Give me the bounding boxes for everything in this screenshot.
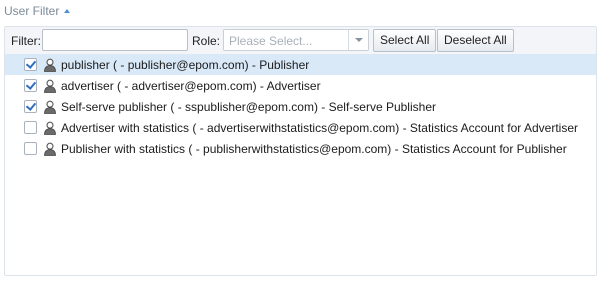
row-checkbox[interactable] — [24, 79, 37, 92]
deselect-all-button[interactable]: Deselect All — [437, 29, 514, 52]
user-label: Self-serve publisher ( - sspublisher@epo… — [61, 99, 436, 114]
user-label: Publisher with statistics ( - publisherw… — [61, 141, 567, 156]
role-label: Role: — [192, 34, 221, 48]
user-icon — [43, 58, 57, 72]
user-icon — [43, 79, 57, 93]
list-item[interactable]: Publisher with statistics ( - publisherw… — [5, 138, 596, 159]
list-item[interactable]: Self-serve publisher ( - sspublisher@epo… — [5, 96, 596, 117]
select-all-button[interactable]: Select All — [373, 29, 437, 52]
role-placeholder: Please Select... — [229, 34, 313, 48]
user-filter-header[interactable]: User Filter — [4, 4, 71, 18]
user-label: advertiser ( - advertiser@epom.com) - Ad… — [61, 78, 321, 93]
list-item[interactable]: publisher ( - publisher@epom.com) - Publ… — [5, 54, 596, 75]
chevron-down-icon — [355, 38, 363, 42]
row-checkbox[interactable] — [24, 58, 37, 71]
row-checkbox[interactable] — [24, 142, 37, 155]
user-list: publisher ( - publisher@epom.com) - Publ… — [5, 54, 596, 159]
list-item[interactable]: advertiser ( - advertiser@epom.com) - Ad… — [5, 75, 596, 96]
filter-label: Filter: — [11, 34, 41, 48]
user-filter-panel: Filter: Role: Please Select... Select Al… — [4, 26, 597, 276]
dropdown-toggle[interactable] — [348, 30, 368, 50]
caret-up-icon[interactable] — [64, 9, 71, 13]
row-checkbox[interactable] — [24, 100, 37, 113]
user-icon — [43, 121, 57, 135]
user-label: Advertiser with statistics ( - advertise… — [61, 120, 578, 135]
filter-toolbar: Filter: Role: Please Select... Select Al… — [5, 27, 596, 55]
user-label: publisher ( - publisher@epom.com) - Publ… — [61, 57, 310, 72]
user-icon — [43, 100, 57, 114]
row-checkbox[interactable] — [24, 121, 37, 134]
section-title: User Filter — [4, 4, 60, 18]
filter-input[interactable] — [42, 29, 188, 51]
list-item[interactable]: Advertiser with statistics ( - advertise… — [5, 117, 596, 138]
user-icon — [43, 142, 57, 156]
role-select[interactable]: Please Select... — [223, 29, 369, 51]
